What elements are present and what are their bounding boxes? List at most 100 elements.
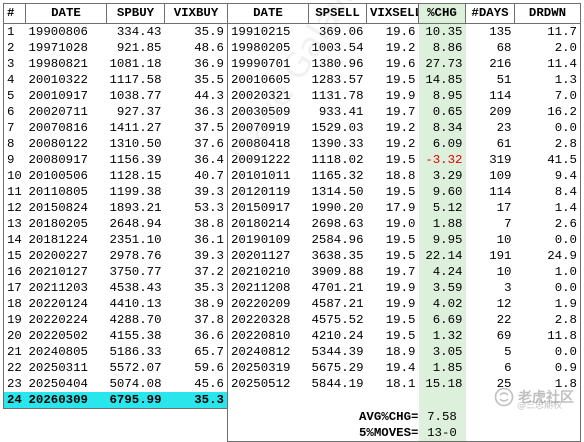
- spbuy-cell: 1893.21: [109, 201, 162, 215]
- vixbuy-cell: 65.7: [164, 344, 228, 360]
- spsell-cell: 1003.54: [311, 41, 364, 55]
- pct-chg-cell: 4.02: [418, 296, 466, 312]
- spsell-cell: 1314.50: [311, 185, 364, 199]
- sell-date-cell: 20250319: [231, 361, 291, 375]
- spsell-cell: 3638.35: [311, 249, 364, 263]
- empty-cell: [466, 409, 515, 426]
- sell-date-cell: 20210210: [231, 265, 291, 279]
- vixsell-cell: 18.1: [385, 377, 416, 391]
- trade-table: # DATE SPBUY VIXBUY DATE SPSELL VIXSELL …: [3, 3, 581, 442]
- header-vixbuy: VIXBUY: [164, 3, 228, 24]
- buy-date-cell: 20010322: [28, 73, 89, 87]
- table-row: 12 20150824 1893.21 53.3 20150917 1990.20 17.9…: [3, 200, 581, 216]
- vixbuy-cell: 37.2: [164, 264, 228, 280]
- avg-chg-value: 7.58: [418, 408, 466, 425]
- header-buy-date: DATE: [25, 3, 107, 24]
- table-row: 10 20100506 1128.15 40.7 20101011 1165.32 18.8…: [3, 168, 581, 184]
- sell-date-cell: 19980205: [231, 41, 291, 55]
- sell-date-cell: 20201127: [231, 249, 291, 263]
- row-index: 4: [3, 72, 26, 88]
- sell-date-cell: 20220209: [231, 297, 291, 311]
- spbuy-cell: 4288.70: [109, 313, 162, 327]
- table-row: 15 20200227 2978.76 39.3 20201127 3638.35 19.5…: [3, 248, 581, 264]
- moves-label: 5%MOVES=: [308, 425, 419, 442]
- spbuy-cell: 1081.18: [109, 57, 162, 71]
- days-cell: 216: [489, 57, 512, 71]
- sell-date-cell: 20101011: [231, 169, 291, 183]
- drawdown-cell: 8.4: [514, 184, 581, 200]
- buy-date-cell: 20240805: [28, 345, 89, 359]
- days-cell: 17: [496, 201, 512, 215]
- vixsell-cell: 19.6: [385, 25, 416, 39]
- vixsell-cell: 19.5: [385, 249, 416, 263]
- spbuy-cell: 3750.77: [109, 265, 162, 279]
- spbuy-cell: 921.85: [116, 41, 162, 55]
- drawdown-cell: 0.9: [514, 360, 581, 376]
- row-index: 7: [3, 120, 26, 136]
- pct-chg-cell: 3.05: [418, 344, 466, 360]
- vixsell-cell: 19.2: [385, 137, 416, 151]
- pct-chg-cell: 1.85: [418, 360, 466, 376]
- buy-date-cell: 20200227: [28, 249, 89, 263]
- sell-date-cell: 20240812: [231, 345, 291, 359]
- pct-chg-cell: 27.73: [418, 56, 466, 72]
- days-cell: 23: [496, 121, 512, 135]
- sell-date-cell: 20080418: [231, 137, 291, 151]
- vixbuy-cell: 38.9: [164, 296, 228, 312]
- spsell-cell: 5344.39: [311, 345, 364, 359]
- vixsell-cell: 19.2: [385, 41, 416, 55]
- vixsell-cell: 19.9: [385, 297, 416, 311]
- days-cell: 51: [496, 73, 512, 87]
- brand-handle: @三思期权: [516, 401, 562, 411]
- pct-chg-cell: 9.60: [418, 184, 466, 200]
- pct-chg-cell: 15.18: [418, 376, 466, 392]
- vixbuy-cell: 59.6: [164, 360, 228, 376]
- drawdown-cell: 0.0: [514, 232, 581, 248]
- drawdown-cell: 1.9: [514, 296, 581, 312]
- header-index: #: [3, 3, 26, 24]
- pct-chg-cell: 6.09: [418, 136, 466, 152]
- pct-chg-cell: 8.95: [418, 88, 466, 104]
- days-cell: 69: [496, 329, 512, 343]
- drawdown-cell: 7.0: [514, 88, 581, 104]
- buy-date-cell: 20150824: [28, 201, 89, 215]
- row-index: 5: [3, 88, 26, 104]
- days-cell: 12: [496, 297, 512, 311]
- row-index: 12: [3, 200, 26, 216]
- drawdown-cell: 0.0: [514, 280, 581, 296]
- table-row: 9 20080917 1156.39 36.4 20091222 1118.02 19.5-…: [3, 152, 581, 168]
- vixsell-cell: 19.6: [385, 57, 416, 71]
- days-cell: 191: [489, 249, 512, 263]
- days-cell: 3: [504, 281, 512, 295]
- row-index: 20: [3, 328, 26, 344]
- days-cell: 209: [489, 105, 512, 119]
- vixsell-cell: 19.9: [385, 281, 416, 295]
- empty-cell: [228, 392, 309, 409]
- spbuy-cell: 1038.77: [109, 89, 162, 103]
- vixbuy-cell: 39.3: [164, 248, 228, 264]
- sell-date-cell: 20211208: [231, 281, 291, 295]
- spbuy-cell: 2978.76: [109, 249, 162, 263]
- spsell-cell: 5675.29: [311, 361, 364, 375]
- buy-date-cell: 20010917: [28, 89, 89, 103]
- row-index: 23: [3, 376, 26, 392]
- sell-date-cell: 19910215: [231, 25, 291, 39]
- buy-date-cell: 20250404: [28, 377, 89, 391]
- pct-chg-cell: 3.59: [418, 280, 466, 296]
- vixbuy-cell: 37.5: [164, 120, 228, 136]
- days-cell: 109: [489, 169, 512, 183]
- vixsell-cell: 18.8: [385, 169, 416, 183]
- spbuy-cell: 4410.13: [109, 297, 162, 311]
- current-index: 24: [3, 392, 26, 409]
- vixbuy-cell: 38.8: [164, 216, 228, 232]
- pct-chg-cell: 10.35: [418, 23, 466, 40]
- spsell-cell: 4210.24: [311, 329, 364, 343]
- buy-date-cell: 20220502: [28, 329, 89, 343]
- pct-chg-cell: 14.85: [418, 72, 466, 88]
- spbuy-cell: 4155.38: [109, 329, 162, 343]
- header-sell-date: DATE: [227, 3, 309, 24]
- days-cell: 10: [496, 265, 512, 279]
- table-header: # DATE SPBUY VIXBUY DATE SPSELL VIXSELL …: [3, 3, 581, 24]
- screenshot: # DATE SPBUY VIXBUY DATE SPSELL VIXSELL …: [0, 0, 584, 442]
- header-row: # DATE SPBUY VIXBUY DATE SPSELL VIXSELL …: [3, 3, 581, 24]
